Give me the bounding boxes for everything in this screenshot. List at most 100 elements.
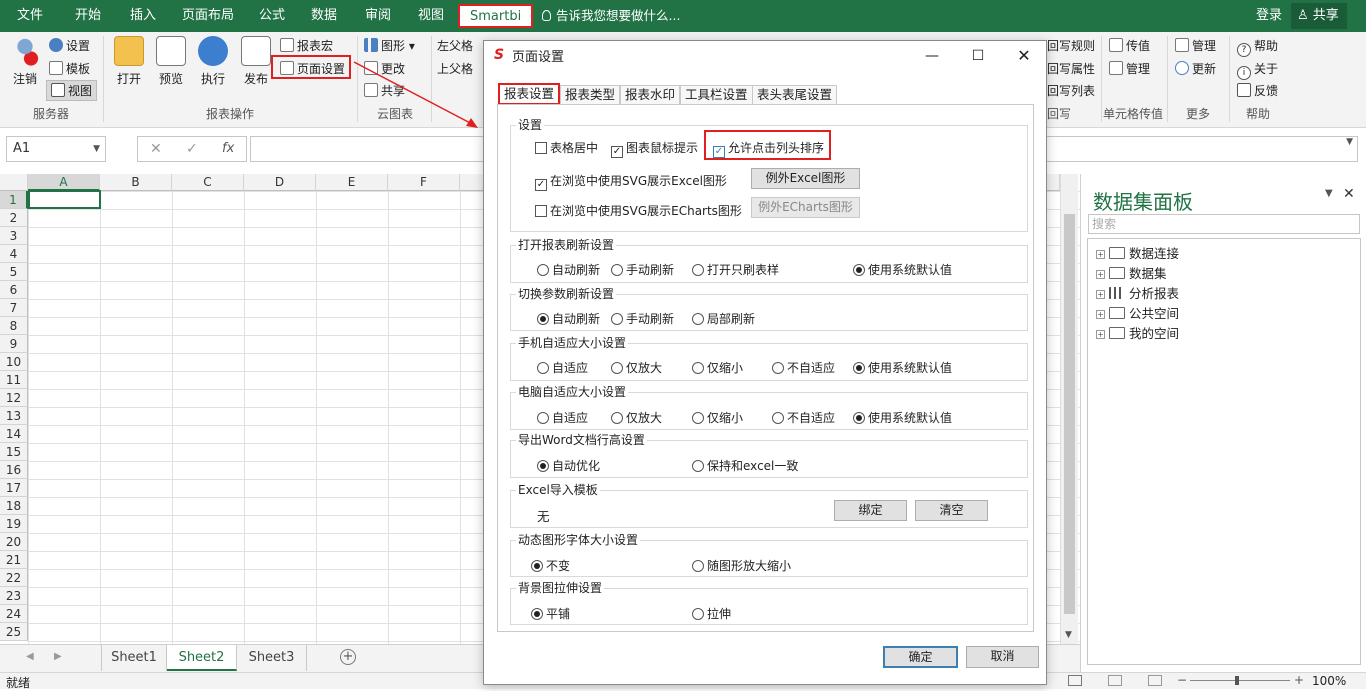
column-header[interactable]: A <box>28 174 100 191</box>
open-refresh-manual-radio[interactable]: 手动刷新 <box>611 261 674 278</box>
tab-report-type[interactable]: 报表类型 <box>560 85 621 105</box>
mobile-fit-enlarge-radio[interactable]: 仅放大 <box>611 359 662 376</box>
publish-button[interactable]: 发布 <box>236 36 276 87</box>
login-link[interactable]: 登录 <box>1256 0 1282 32</box>
add-sheet-icon[interactable]: + <box>340 649 356 665</box>
pc-fit-shrink-radio[interactable]: 仅缩小 <box>692 409 743 426</box>
normal-view-icon[interactable] <box>1068 675 1082 686</box>
bg-tile-radio[interactable]: 平铺 <box>531 605 570 622</box>
param-refresh-partial-radio[interactable]: 局部刷新 <box>692 310 755 327</box>
mobile-fit-auto-radio[interactable]: 自适应 <box>537 359 588 376</box>
name-box[interactable]: A1 ▼ <box>6 136 106 162</box>
row-header[interactable]: 1 <box>0 191 28 209</box>
open-refresh-style-only-radio[interactable]: 打开只刷表样 <box>692 261 779 278</box>
page-break-view-icon[interactable] <box>1148 675 1162 686</box>
param-refresh-manual-radio[interactable]: 手动刷新 <box>611 310 674 327</box>
tab-header-footer[interactable]: 表头表尾设置 <box>752 85 838 105</box>
row-header[interactable]: 19 <box>0 515 28 533</box>
row-header[interactable]: 22 <box>0 569 28 587</box>
update-button[interactable]: 更新 <box>1175 60 1216 77</box>
zoom-slider-thumb[interactable] <box>1235 676 1239 685</box>
row-header[interactable]: 21 <box>0 551 28 569</box>
tab-watermark[interactable]: 报表水印 <box>620 85 681 105</box>
row-header[interactable]: 12 <box>0 389 28 407</box>
svg-excel-checkbox[interactable]: ✓ 在浏览中使用SVG展示Excel图形 <box>535 172 727 191</box>
panel-search-input[interactable]: 搜索 <box>1088 214 1360 234</box>
pass-manage-button[interactable]: 管理 <box>1109 60 1150 77</box>
tree-item-datasets[interactable]: + 数据集 <box>1096 263 1167 282</box>
pc-fit-default-radio[interactable]: 使用系统默认值 <box>853 409 952 426</box>
echarts-exceptions-button[interactable]: 例外ECharts图形 <box>751 197 860 218</box>
zoom-in-icon[interactable]: + <box>1294 673 1304 687</box>
cancel-icon[interactable]: ✕ <box>150 137 162 161</box>
pc-fit-none-radio[interactable]: 不自适应 <box>772 409 835 426</box>
scroll-down-icon[interactable]: ▼ <box>1065 630 1072 640</box>
bind-button[interactable]: 绑定 <box>834 500 907 521</box>
row-header[interactable]: 5 <box>0 263 28 281</box>
open-refresh-default-radio[interactable]: 使用系统默认值 <box>853 261 952 278</box>
word-export-keep-radio[interactable]: 保持和excel一致 <box>692 457 798 474</box>
page-layout-view-icon[interactable] <box>1108 675 1122 686</box>
excel-exceptions-button[interactable]: 例外Excel图形 <box>751 168 860 189</box>
chart-tooltip-checkbox[interactable]: ✓ 图表鼠标提示 <box>611 139 698 158</box>
preview-button[interactable]: 预览 <box>151 36 191 87</box>
column-header[interactable]: D <box>244 174 316 191</box>
tree-item-data-connections[interactable]: + 数据连接 <box>1096 243 1179 262</box>
pass-value-button[interactable]: 传值 <box>1109 37 1150 54</box>
menu-view[interactable]: 视图 <box>418 0 444 32</box>
word-export-auto-radio[interactable]: 自动优化 <box>537 457 600 474</box>
row-header[interactable]: 18 <box>0 497 28 515</box>
template-button[interactable]: 模板 <box>49 60 90 77</box>
more-manage-button[interactable]: 管理 <box>1175 37 1216 54</box>
menu-page-layout[interactable]: 页面布局 <box>182 0 234 32</box>
column-header[interactable]: B <box>100 174 172 191</box>
view-toggle-button[interactable]: 视图 <box>46 80 98 101</box>
mobile-fit-shrink-radio[interactable]: 仅缩小 <box>692 359 743 376</box>
row-header[interactable]: 25 <box>0 623 28 641</box>
writeback-list-button[interactable]: 回写列表 <box>1047 82 1095 99</box>
row-header[interactable]: 4 <box>0 245 28 263</box>
sheet-tab[interactable]: Sheet1 <box>101 645 167 671</box>
font-size-scale-radio[interactable]: 随图形放大缩小 <box>692 557 791 574</box>
row-header[interactable]: 7 <box>0 299 28 317</box>
column-header[interactable]: E <box>316 174 388 191</box>
server-settings-button[interactable]: 设置 <box>49 37 90 54</box>
row-header[interactable]: 16 <box>0 461 28 479</box>
sheet-tab[interactable]: Sheet3 <box>237 645 307 671</box>
row-header[interactable]: 15 <box>0 443 28 461</box>
bg-stretch-radio[interactable]: 拉伸 <box>692 605 731 622</box>
writeback-attrs-button[interactable]: 回写属性 <box>1047 60 1095 77</box>
select-all-corner[interactable] <box>0 174 28 191</box>
column-header[interactable]: C <box>172 174 244 191</box>
ok-button[interactable]: 确定 <box>883 646 958 668</box>
menu-data[interactable]: 数据 <box>311 0 337 32</box>
maximize-icon[interactable]: ☐ <box>958 43 998 69</box>
column-header[interactable]: F <box>388 174 460 191</box>
row-header[interactable]: 14 <box>0 425 28 443</box>
row-header[interactable]: 8 <box>0 317 28 335</box>
pc-fit-auto-radio[interactable]: 自适应 <box>537 409 588 426</box>
menu-home[interactable]: 开始 <box>75 0 101 32</box>
close-icon[interactable]: ✕ <box>1343 186 1355 202</box>
confirm-icon[interactable]: ✓ <box>186 137 198 161</box>
row-header[interactable]: 17 <box>0 479 28 497</box>
tab-toolbar-settings[interactable]: 工具栏设置 <box>680 85 753 105</box>
row-header[interactable]: 13 <box>0 407 28 425</box>
menu-smartbi[interactable]: Smartbi <box>458 4 534 28</box>
pc-fit-enlarge-radio[interactable]: 仅放大 <box>611 409 662 426</box>
tree-item-analysis-reports[interactable]: + 分析报表 <box>1096 283 1179 302</box>
mobile-fit-none-radio[interactable]: 不自适应 <box>772 359 835 376</box>
center-table-checkbox[interactable]: 表格居中 <box>535 139 598 156</box>
help-button[interactable]: ? 帮助 <box>1237 37 1278 57</box>
tab-report-settings[interactable]: 报表设置 <box>498 83 561 105</box>
row-header[interactable]: 6 <box>0 281 28 299</box>
feedback-button[interactable]: 反馈 <box>1237 82 1278 99</box>
tab-scroll-right-icon[interactable]: ▶ <box>54 651 62 662</box>
writeback-rules-button[interactable]: 回写规则 <box>1047 37 1095 54</box>
tree-item-my-space[interactable]: + 我的空间 <box>1096 323 1179 342</box>
close-icon[interactable]: ✕ <box>1004 43 1044 69</box>
font-size-fixed-radio[interactable]: 不变 <box>531 557 570 574</box>
row-header[interactable]: 11 <box>0 371 28 389</box>
about-button[interactable]: i 关于 <box>1237 60 1278 80</box>
menu-review[interactable]: 审阅 <box>365 0 391 32</box>
